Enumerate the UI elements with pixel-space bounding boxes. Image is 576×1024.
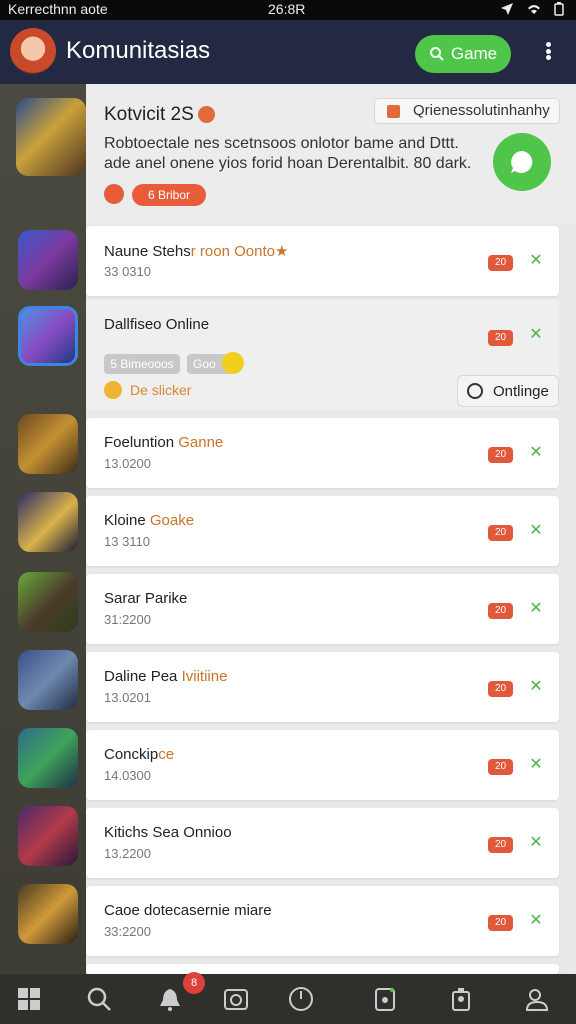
featured-title-text: Kotvicit 2S <box>104 104 194 125</box>
search-icon[interactable] <box>86 986 112 1012</box>
score-badge: 20 <box>488 330 513 346</box>
chat-button[interactable] <box>493 133 551 191</box>
item-number: 13 3110 <box>104 534 151 549</box>
tablet-icon[interactable] <box>372 986 398 1012</box>
clock-icon[interactable] <box>288 986 314 1012</box>
list-item[interactable]: Sarar Parike 31:2200 20 ✕ <box>86 574 559 644</box>
item-title: Conckipce <box>104 746 175 763</box>
online-button[interactable]: Ontlinge <box>457 375 559 407</box>
page-title: Komunitasias <box>66 37 211 64</box>
item-title: Kloine Goake <box>104 512 195 529</box>
item-title: Foeluntion Ganne <box>104 434 224 451</box>
list-item[interactable]: Conckipce 14.0300 20 ✕ <box>86 730 559 800</box>
score-badge: 20 <box>488 525 513 541</box>
game-thumbnail-icon[interactable] <box>18 572 78 632</box>
bottom-navigation <box>0 974 576 1024</box>
flame-icon <box>104 184 124 204</box>
featured-chip[interactable]: Qrienessolutinhanhy <box>374 98 560 124</box>
score-badge: 20 <box>488 759 513 775</box>
item-title: Daline Pea Iviitiine <box>104 668 228 685</box>
featured-chip-label: Qrienessolutinhanhy <box>413 102 550 119</box>
game-thumbnail-icon[interactable] <box>18 806 78 866</box>
item-number: 13.0201 <box>104 690 151 705</box>
home-grid-icon[interactable] <box>16 986 42 1012</box>
battery-icon <box>552 2 566 16</box>
score-badge: 20 <box>488 255 513 271</box>
game-thumbnail-icon[interactable] <box>18 492 78 552</box>
list-item[interactable]: Foeluntion Ganne 13.0200 20 ✕ <box>86 418 559 488</box>
game-thumbnail-icon[interactable] <box>18 728 78 788</box>
game-thumbnail-icon[interactable] <box>18 230 78 290</box>
game-thumbnail-icon[interactable] <box>18 884 78 944</box>
list-item[interactable]: Naune Stehsr roon Oonto★ 33 0310 20 ✕ <box>86 226 559 296</box>
fire-icon <box>197 106 215 124</box>
list-item[interactable]: Kloine Goake 13 3110 20 ✕ <box>86 496 559 566</box>
list-item-partial[interactable] <box>86 964 559 974</box>
check-icon[interactable]: ✕ <box>528 601 544 617</box>
online-button-label: Ontlinge <box>493 383 549 400</box>
list-item[interactable]: Daline Pea Iviitiine 13.0201 20 ✕ <box>86 652 559 722</box>
search-icon <box>429 47 444 61</box>
notification-badge: 8 <box>183 972 205 994</box>
featured-title: Kotvicit 2S <box>104 104 215 126</box>
score-badge: 20 <box>488 603 513 619</box>
status-icons <box>500 2 566 16</box>
score-badge: 20 <box>488 837 513 853</box>
item-number: 31:2200 <box>104 612 151 627</box>
featured-card[interactable]: Kotvicit 2S Qrienessolutinhanhy Robtoect… <box>86 84 576 224</box>
check-icon[interactable]: ✕ <box>528 679 544 695</box>
game-thumbnail-icon[interactable] <box>16 98 86 176</box>
check-icon[interactable]: ✕ <box>528 835 544 851</box>
status-carrier: Kerrecthnn aote <box>8 1 108 17</box>
featured-tag[interactable]: 6 Bribor <box>132 184 206 206</box>
game-thumbnail-icon[interactable] <box>18 414 78 474</box>
game-thumbnail-icon[interactable] <box>18 650 78 710</box>
game-icon-rail <box>0 84 86 974</box>
score-badge: 20 <box>488 915 513 931</box>
item-title: Dallfiseo Online <box>104 316 210 333</box>
wifi-icon <box>526 2 540 16</box>
score-badge: 20 <box>488 447 513 463</box>
item-title: Caoe dotecasernie miare <box>104 902 272 919</box>
list-item[interactable]: Caoe dotecasernie miare 33:2200 20 ✕ <box>86 886 559 956</box>
game-button-label: Game <box>450 44 498 63</box>
globe-icon <box>467 383 483 399</box>
check-icon[interactable]: ✕ <box>528 757 544 773</box>
check-icon[interactable]: ✕ <box>528 253 544 269</box>
avatar[interactable] <box>10 28 56 74</box>
profile-icon[interactable] <box>524 986 550 1012</box>
item-number: 33 0310 <box>104 264 151 279</box>
flag-icon <box>387 105 400 118</box>
status-bar: Kerrecthnn aote 26:8R <box>0 0 576 20</box>
game-button[interactable]: Game <box>415 35 511 73</box>
chat-bubble-icon <box>511 151 533 173</box>
item-number: 13.2200 <box>104 846 151 861</box>
bell-icon[interactable] <box>157 986 183 1012</box>
check-icon[interactable]: ✕ <box>528 327 544 343</box>
game-thumbnail-icon[interactable] <box>18 306 78 366</box>
sticker-label[interactable]: De slicker <box>130 382 191 398</box>
item-title: Kitichs Sea Onnioo <box>104 824 232 841</box>
list-item[interactable]: Kitichs Sea Onnioo 13.2200 20 ✕ <box>86 808 559 878</box>
score-badge: 20 <box>488 681 513 697</box>
location-icon <box>500 2 514 16</box>
item-title: Naune Stehsr roon Oonto★ <box>104 243 289 260</box>
status-time: 26:8R <box>268 1 306 17</box>
check-icon[interactable]: ✕ <box>528 523 544 539</box>
more-options-icon[interactable] <box>536 39 560 63</box>
item-chip[interactable]: 5 Bimeooos <box>104 354 180 374</box>
app-header: Komunitasias Game <box>0 20 576 84</box>
item-number: 14.0300 <box>104 768 151 783</box>
featured-description: Robtoectale nes scetnsoos onlotor bame a… <box>104 135 472 172</box>
badge-icon[interactable] <box>448 986 474 1012</box>
pencil-icon <box>104 381 122 399</box>
camera-icon[interactable] <box>223 986 249 1012</box>
item-number: 13.0200 <box>104 456 151 471</box>
check-icon[interactable]: ✕ <box>528 913 544 929</box>
item-title: Sarar Parike <box>104 590 188 607</box>
check-icon[interactable]: ✕ <box>528 445 544 461</box>
crown-icon <box>222 352 244 374</box>
item-number: 33:2200 <box>104 924 151 939</box>
